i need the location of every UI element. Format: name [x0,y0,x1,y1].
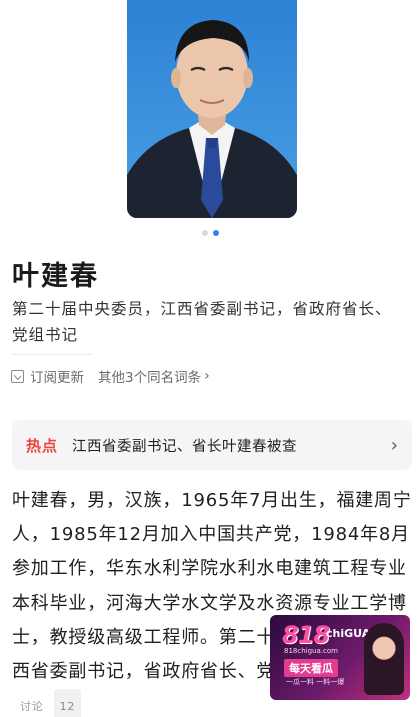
carousel-dot[interactable] [201,230,208,236]
discussion-count-badge[interactable]: 12 [53,689,82,717]
entry-subtitle: 第二十届中央委员，江西省委副书记，省政府省长、党组书记 [12,300,392,344]
hot-news-card[interactable]: 热点 江西省委副书记、省长叶建春被查 › [12,420,412,470]
discussion-link[interactable]: 讨论 [20,690,44,717]
ad-slogan: 每天看瓜 [284,659,338,677]
chevron-right-icon[interactable]: › [391,435,398,456]
overlay-ad-banner[interactable]: 818 chiGUA 818chigua.com 每天看瓜 一瓜一料 一料一爆 [270,615,410,700]
portrait-illustration [127,0,297,218]
same-name-entries-link[interactable]: 其他3个同名词条 [98,366,201,386]
entry-actions: 订阅更新 其他3个同名词条 › [11,366,210,386]
chevron-right-icon[interactable]: › [204,368,210,384]
bio-meta: 讨论 12 [20,689,82,717]
carousel-dot-active[interactable] [212,230,219,236]
hot-news-text[interactable]: 江西省委副书记、省长叶建春被查 [72,435,391,456]
subscribe-icon[interactable] [11,369,24,383]
entry-title: 叶建春 [12,261,99,292]
ad-logo: 818 [282,621,330,649]
hot-tag: 热点 [26,436,59,455]
ad-url: 818chigua.com [284,647,338,655]
subscribe-link[interactable]: 订阅更新 [30,366,84,386]
carousel-indicator [0,230,420,236]
ad-model-image [364,623,404,695]
divider [12,354,92,355]
ad-subtext: 一瓜一料 一料一爆 [286,678,345,686]
portrait-photo[interactable] [127,0,297,218]
